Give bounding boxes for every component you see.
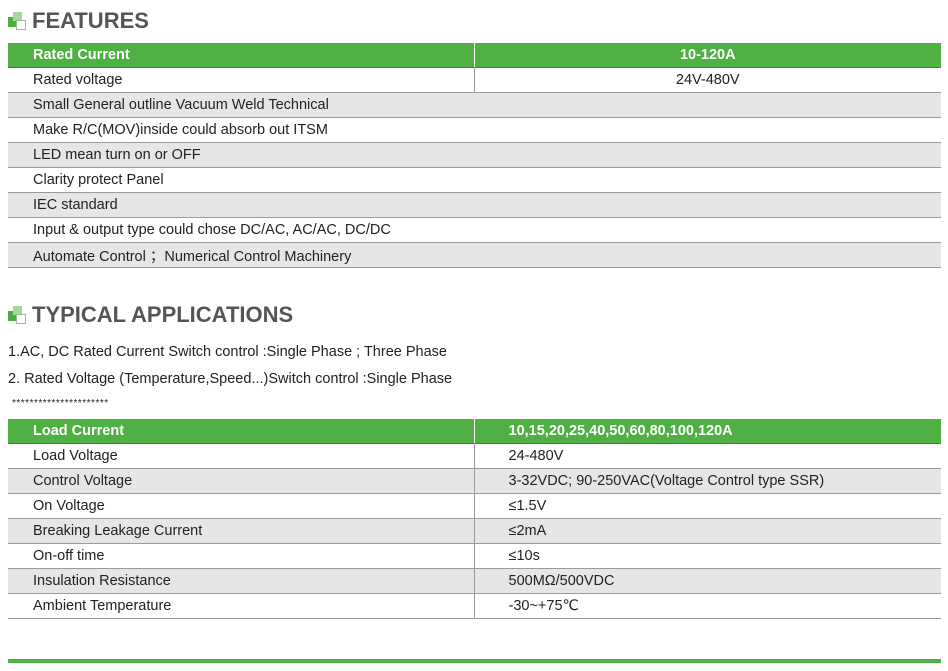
applications-heading: TYPICAL APPLICATIONS [8, 301, 293, 329]
table-header-row: Load Current 10,15,20,25,40,50,60,80,100… [8, 419, 941, 444]
table-row: Make R/C(MOV)inside could absorb out ITS… [8, 117, 941, 143]
feature-item: Small General outline Vacuum Weld Techni… [8, 92, 941, 118]
feature-item: Clarity protect Panel [8, 167, 941, 193]
spec-value: 500MΩ/500VDC [473, 568, 941, 594]
feature-item: Make R/C(MOV)inside could absorb out ITS… [8, 117, 941, 143]
rated-voltage-label: Rated voltage [8, 67, 474, 93]
table-row: LED mean turn on or OFF [8, 142, 941, 168]
feature-item: LED mean turn on or OFF [8, 142, 941, 168]
rated-current-label: Rated Current [8, 43, 474, 68]
table-row: Control Voltage 3-32VDC; 90-250VAC(Volta… [8, 468, 941, 494]
spec-value: 3-32VDC; 90-250VAC(Voltage Control type … [473, 468, 941, 494]
table-row: Ambient Temperature -30~+75℃ [8, 593, 941, 619]
table-row: Small General outline Vacuum Weld Techni… [8, 92, 941, 118]
applications-heading-text: TYPICAL APPLICATIONS [32, 302, 294, 327]
spec-value: 24-480V [473, 443, 941, 469]
spec-value: ≤2mA [473, 518, 941, 544]
spec-value: -30~+75℃ [473, 593, 941, 619]
green-square-icon [8, 11, 28, 31]
spec-value: ≤10s [473, 543, 941, 569]
feature-item: IEC standard [8, 192, 941, 218]
table-row: Input & output type could chose DC/AC, A… [8, 217, 941, 243]
table-row: On Voltage ≤1.5V [8, 493, 941, 519]
bottom-divider [8, 659, 941, 663]
feature-item: Automate Control ；Numerical Control Mach… [8, 242, 941, 268]
table-row: Insulation Resistance 500MΩ/500VDC [8, 568, 941, 594]
features-heading-text: FEATURES [32, 8, 149, 33]
application-line: 2. Rated Voltage (Temperature,Speed...)S… [8, 371, 453, 387]
table-row: IEC standard [8, 192, 941, 218]
load-table: Load Current 10,15,20,25,40,50,60,80,100… [8, 419, 941, 619]
load-current-value: 10,15,20,25,40,50,60,80,100,120A [473, 419, 941, 444]
spec-label: Control Voltage [8, 468, 474, 494]
table-row: Breaking Leakage Current ≤2mA [8, 518, 941, 544]
table-row: Rated voltage 24V-480V [8, 67, 941, 93]
table-row: On-off time ≤10s [8, 543, 941, 569]
spec-label: On-off time [8, 543, 474, 569]
spec-label: Breaking Leakage Current [8, 518, 474, 544]
spec-label: On Voltage [8, 493, 474, 519]
features-table: Rated Current 10-120A Rated voltage 24V-… [8, 43, 941, 268]
load-current-label: Load Current [8, 419, 474, 444]
table-row: Clarity protect Panel [8, 167, 941, 193]
separator: ********************** [12, 398, 109, 409]
features-heading: FEATURES [8, 7, 149, 35]
spec-value: ≤1.5V [473, 493, 941, 519]
application-line: 1.AC, DC Rated Current Switch control :S… [8, 344, 447, 360]
feature-item: Input & output type could chose DC/AC, A… [8, 217, 941, 243]
table-header-row: Rated Current 10-120A [8, 43, 941, 68]
spec-label: Insulation Resistance [8, 568, 474, 594]
rated-voltage-value: 24V-480V [473, 67, 941, 93]
table-row: Automate Control ；Numerical Control Mach… [8, 242, 941, 268]
spec-label: Load Voltage [8, 443, 474, 469]
rated-current-value: 10-120A [473, 43, 941, 68]
green-square-icon [8, 305, 28, 325]
table-row: Load Voltage 24-480V [8, 443, 941, 469]
spec-label: Ambient Temperature [8, 593, 474, 619]
